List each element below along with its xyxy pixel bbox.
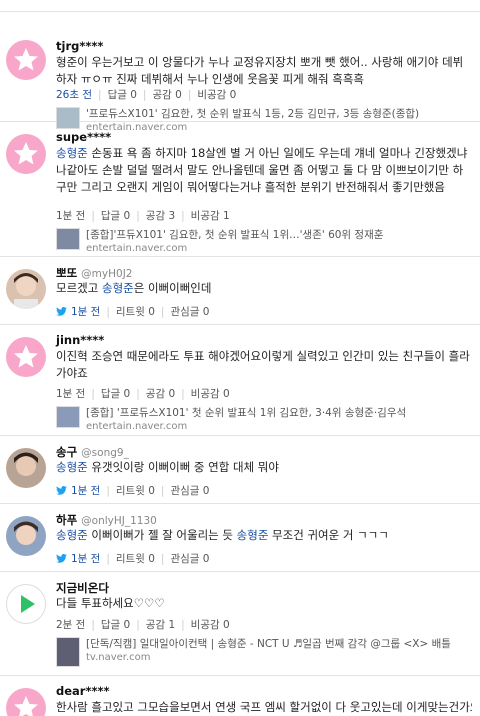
dislike-button[interactable]: 비공감 1 [191,208,230,223]
retweet-button[interactable]: 리트윗 0 [116,483,155,498]
avatar[interactable] [6,337,46,377]
author-name[interactable]: 지금비온다 [56,580,109,596]
news-source: entertain.naver.com [86,421,188,432]
reply-button[interactable]: 답글 0 [101,617,130,632]
star-icon [14,142,38,165]
comment-item: dear**** 한사람 흘고있고 그모습을보면서 연생 국프 엠씨 할거없이 … [0,676,480,716]
timestamp: 1분 전 [56,388,86,400]
news-thumbnail [56,228,80,250]
star-icon [14,345,38,368]
timestamp: 1분 전 [71,553,101,565]
tweet-meta: 1분 전 | 리트윗 0 | 관심글 0 [56,483,209,498]
timestamp: 2분 전 [56,619,86,631]
reply-button[interactable]: 답글 0 [108,87,137,102]
author-name[interactable]: supe**** [56,130,111,144]
profile-photo [6,516,46,556]
video-source: tv.naver.com [86,652,151,663]
comment-text: 이진혁 조승연 때문에라도 투표 해야겠어요이렇게 실력있고 인간미 있는 친구… [56,349,470,380]
timestamp: 1분 전 [71,306,101,318]
tweet-meta: 1분 전 | 리트윗 0 | 관심글 0 [56,551,209,566]
news-title[interactable]: [종합] '프로듀스X101' 첫 순위 발표식 1위 김요한, 3·4위 송형… [86,406,406,420]
favorite-button[interactable]: 관심글 0 [170,483,209,498]
twitter-icon [56,554,67,563]
favorite-button[interactable]: 관심글 0 [170,304,209,319]
reply-button[interactable]: 답글 0 [101,386,130,401]
comment-item: 지금비온다 다들 투표하세요♡♡♡ 2분 전 | 답글 0 | 공감 1 | 비공감 … [0,572,480,676]
avatar[interactable] [6,40,46,80]
avatar[interactable] [6,688,46,716]
twitter-icon [56,486,67,495]
tweet-item: 송구 @song9_ 송형준 유갯잇이랑 이뻐이뻐 중 연합 대체 뭐야 1분 … [0,436,480,504]
author-name[interactable]: jinn**** [56,333,104,347]
author-handle[interactable]: @song9_ [81,447,129,459]
play-icon [21,595,35,613]
avatar[interactable] [6,448,46,488]
comment-item: tjrg**** 형준이 우는거보고 이 앙물다가 누나 교정유지장치 뽀개 뺏… [0,12,480,133]
timestamp: 1분 전 [71,485,101,497]
author-handle[interactable]: @onlyHJ_1130 [81,515,157,527]
timestamp: 26초 전 [56,89,93,101]
star-icon [14,48,38,71]
dislike-button[interactable]: 비공감 0 [191,617,230,632]
news-thumbnail [56,406,80,428]
twitter-icon [56,307,67,316]
tweet-meta: 1분 전 | 리트윗 0 | 관심글 0 [56,304,209,319]
news-title[interactable]: '프로듀스X101' 김요한, 첫 순위 발표식 1등, 2등 김민규, 3등 … [86,107,419,121]
author-handle[interactable]: @myH0J2 [81,268,132,280]
tweet-item: 뽀또 @myH0J2 모르겠고 송형준은 이뻐이뻐인데 1분 전 | 리트윗 0 |… [0,257,480,325]
avatar[interactable] [6,584,46,624]
tweet-text: 송형준 유갯잇이랑 이뻐이뻐 중 연합 대체 뭐야 [56,460,279,474]
author-name[interactable]: 뽀또 [56,265,77,281]
author-name[interactable]: 하푸 [56,512,77,528]
reply-button[interactable]: 답글 0 [101,208,130,223]
avatar[interactable] [6,269,46,309]
comment-text: 송형준 손동표 욕 좀 하지마 18살엔 별 거 아닌 일에도 우는데 걔네 얼… [56,146,468,194]
comment-item: supe**** 송형준 손동표 욕 좀 하지마 18살엔 별 거 아닌 일에도… [0,122,480,257]
comment-meta: 26초 전 | 답글 0 | 공감 0 | 비공감 0 [56,87,237,102]
like-button[interactable]: 공감 1 [146,617,175,632]
star-icon [14,696,38,716]
avatar[interactable] [6,516,46,556]
retweet-button[interactable]: 리트윗 0 [116,304,155,319]
comment-feed: tjrg**** 형준이 우는거보고 이 앙물다가 누나 교정유지장치 뽀개 뺏… [0,0,480,716]
news-title[interactable]: [종합]'프듀X101' 김요한, 첫 순위 발표식 1위…'생존' 60위 정… [86,228,383,242]
video-title[interactable]: [단독/직캠] 일대일아이컨택 | 송형준 - NCT U ♬일곱 번째 감각 … [86,637,451,651]
tweet-text: 모르겠고 송형준은 이뻐이뻐인데 [56,281,212,295]
comment-meta: 1분 전 | 답글 0 | 공감 0 | 비공감 0 [56,386,230,401]
favorite-button[interactable]: 관심글 0 [170,551,209,566]
comment-text: 다들 투표하세요♡♡♡ [56,596,165,610]
like-button[interactable]: 공감 0 [152,87,181,102]
tweet-item: 하푸 @onlyHJ_1130 송형준 이뻐이뻐가 젤 잘 어울리는 듯 송형준… [0,504,480,572]
comment-meta: 2분 전 | 답글 0 | 공감 1 | 비공감 0 [56,617,230,632]
comment-item: jinn**** 이진혁 조승연 때문에라도 투표 해야겠어요이렇게 실력있고 … [0,325,480,436]
tweet-text: 송형준 이뻐이뻐가 젤 잘 어울리는 듯 송형준 무조건 귀여운 거 ㄱㄱㄱ [56,528,389,542]
like-button[interactable]: 공감 3 [146,208,175,223]
author-name[interactable]: dear**** [56,684,110,698]
video-thumbnail [56,637,80,667]
timestamp: 1분 전 [56,210,86,222]
comment-meta: 1분 전 | 답글 0 | 공감 3 | 비공감 1 [56,208,230,223]
author-name[interactable]: 송구 [56,444,77,460]
avatar[interactable] [6,134,46,174]
profile-photo [6,448,46,488]
profile-photo [6,269,46,309]
news-source: entertain.naver.com [86,243,188,254]
dislike-button[interactable]: 비공감 0 [191,386,230,401]
comment-text: 형준이 우는거보고 이 앙물다가 누나 교정유지장치 뽀개 뺏 했어.. 사랑해… [56,55,464,86]
news-link[interactable]: [종합]'프듀X101' 김요한, 첫 순위 발표식 1위…'생존' 60위 정… [56,228,383,256]
comment-item [0,0,480,12]
retweet-button[interactable]: 리트윗 0 [116,551,155,566]
author-name[interactable]: tjrg**** [56,39,103,53]
video-link[interactable]: [단독/직캠] 일대일아이컨택 | 송형준 - NCT U ♬일곱 번째 감각 … [56,637,451,667]
dislike-button[interactable]: 비공감 0 [197,87,236,102]
comment-text: 한사람 흘고있고 그모습을보면서 연생 국프 엠씨 할거없이 다 웃고있는데 이… [56,700,472,714]
like-button[interactable]: 공감 0 [146,386,175,401]
news-link[interactable]: [종합] '프로듀스X101' 첫 순위 발표식 1위 김요한, 3·4위 송형… [56,406,406,434]
